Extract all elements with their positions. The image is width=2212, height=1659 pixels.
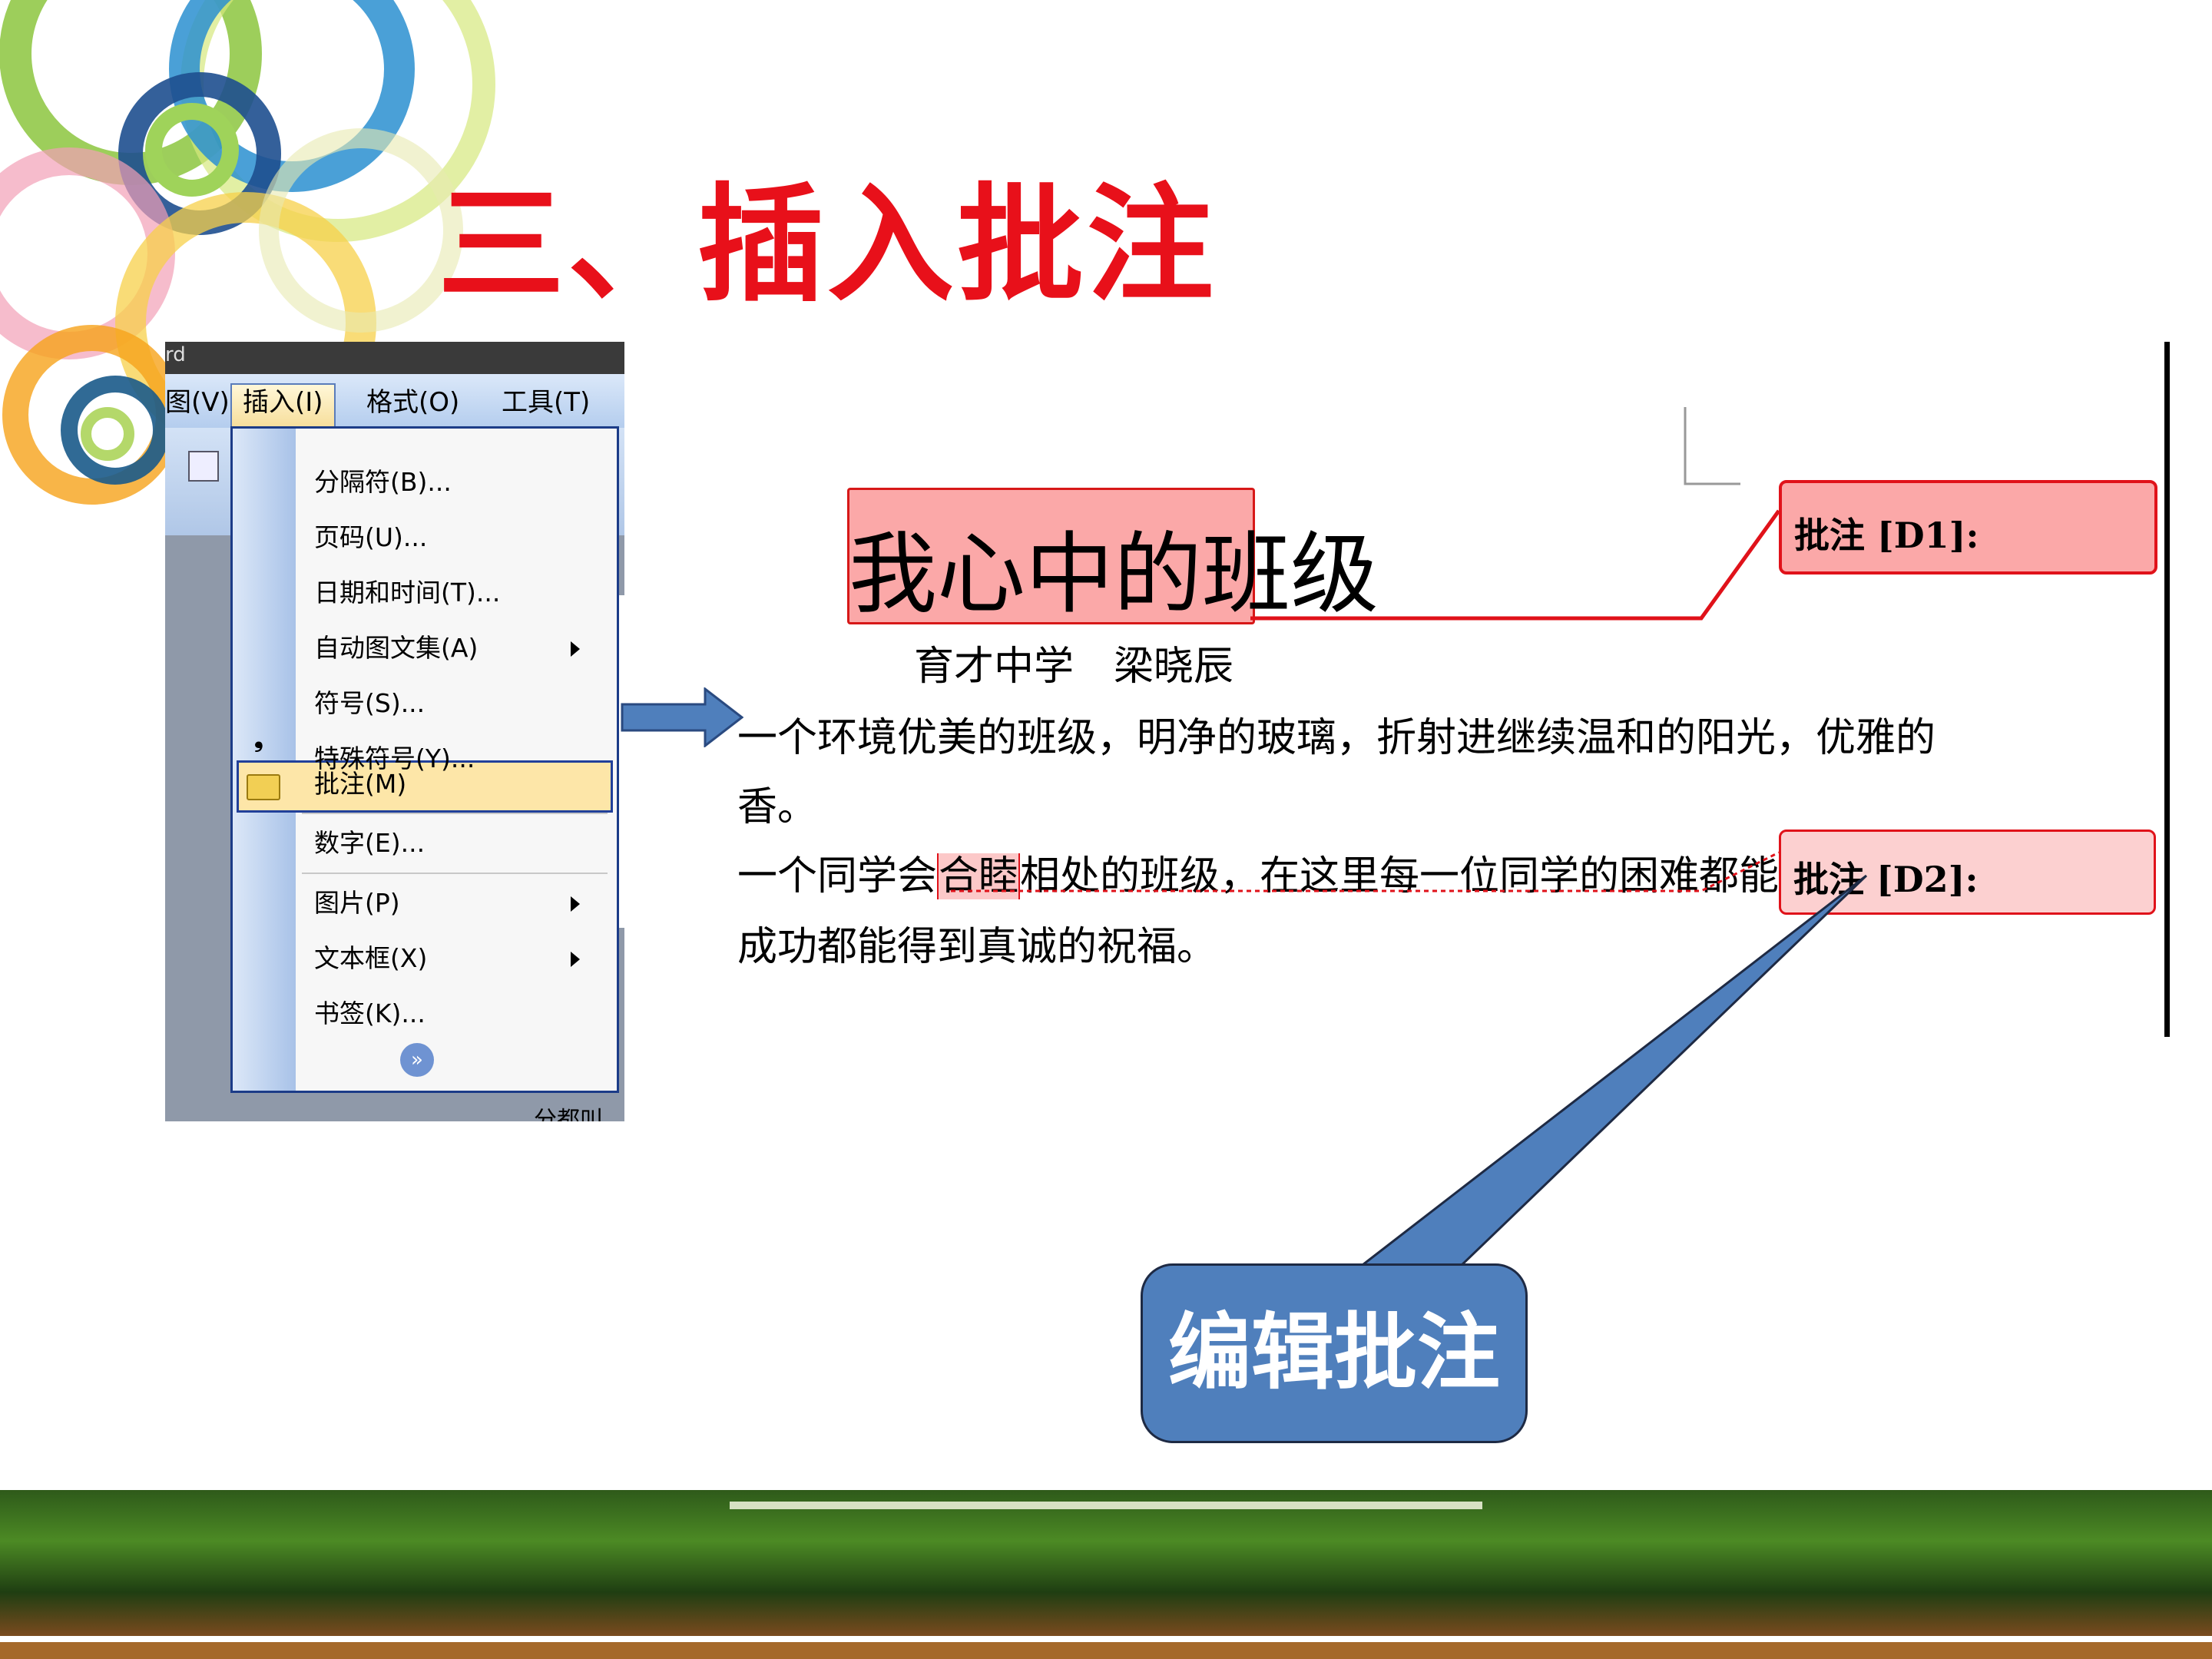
- callout-pointer: [1356, 874, 1868, 1269]
- edit-comment-callout: 编辑批注: [1141, 1263, 1528, 1443]
- bottom-decorative-bar: [0, 1490, 2212, 1659]
